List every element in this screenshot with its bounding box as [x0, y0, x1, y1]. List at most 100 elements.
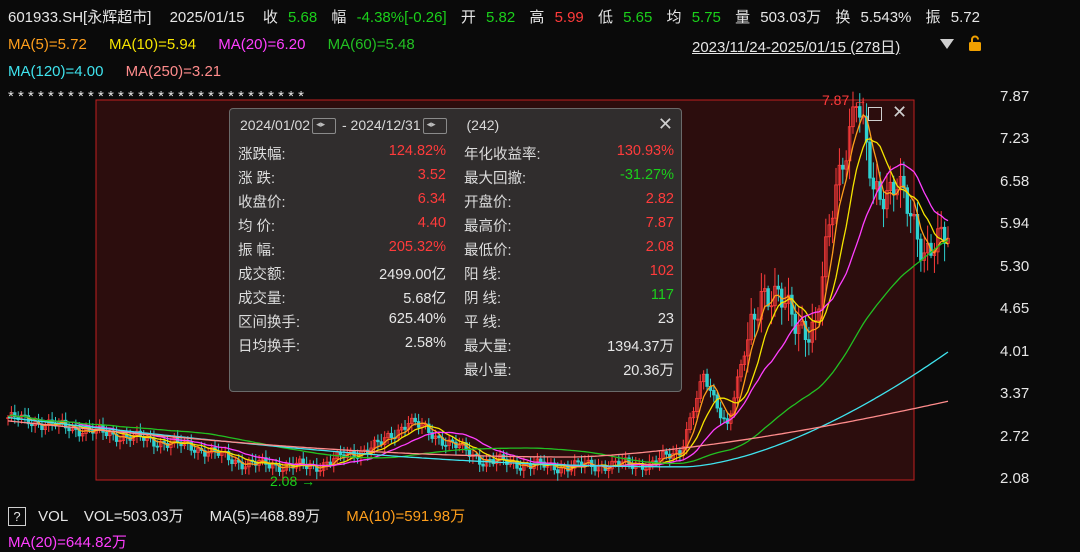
open-label: 开	[460, 9, 476, 26]
candle-body	[437, 435, 441, 439]
stats-row: 阴 线: 117	[464, 287, 674, 309]
stats-row: 成交量: 5.68亿	[238, 287, 446, 309]
candle-body	[376, 439, 380, 443]
price-tick: 6.58	[1000, 172, 1030, 190]
candle-body	[871, 177, 876, 190]
quote-header: 601933.SH[永辉超市] 2025/01/15 收 5.68 幅 -4.3…	[8, 6, 1080, 27]
change-value: -4.38%[-0.26]	[356, 9, 447, 26]
low-value: 5.65	[623, 9, 653, 26]
close-icon[interactable]: ✕	[658, 114, 673, 135]
turnover-value: 5.543%	[860, 9, 912, 26]
candle-body	[328, 461, 333, 465]
candle-body	[892, 181, 896, 196]
stats-value: 3.52	[417, 167, 446, 183]
candle-body	[413, 417, 417, 422]
interval-stats-panel: 2024/01/02 - 2024/12/31 (242) ✕ 涨跌幅: 124.…	[229, 108, 682, 392]
price-tick: 5.94	[1000, 215, 1030, 233]
stats-value: 117	[650, 287, 674, 303]
candle-body	[593, 466, 597, 472]
price-tick: 5.30	[1000, 257, 1030, 275]
restore-icon[interactable]	[868, 107, 882, 121]
vol-ma10: MA(10)=591.98万	[346, 508, 466, 525]
chevron-down-icon[interactable]	[940, 39, 954, 49]
date-range-selector[interactable]: 2023/11/24-2025/01/15 (278日)	[692, 36, 900, 57]
stats-value: 102	[649, 263, 674, 279]
avg-value: 5.75	[691, 9, 721, 26]
stats-value: 20.36万	[623, 363, 674, 379]
stats-value: 2.58%	[404, 335, 446, 351]
stats-row: 阳 线: 102	[464, 263, 674, 285]
candle-body	[518, 467, 523, 471]
amplitude-label: 振	[925, 9, 941, 26]
stats-label: 日均换手:	[238, 339, 301, 355]
stats-label: 成交额:	[238, 267, 286, 283]
ma120-legend: MA(120)=4.00	[8, 63, 104, 80]
ma-legend-row-2: MA(120)=4.00 MA(250)=3.21	[8, 63, 1080, 80]
date-to-stepper[interactable]	[422, 118, 447, 135]
price-tick: 4.01	[1000, 342, 1030, 360]
date-from-stepper[interactable]	[312, 118, 337, 135]
candle-body	[807, 339, 811, 343]
candle-body	[389, 432, 394, 439]
close-icon[interactable]: ✕	[892, 102, 907, 123]
stats-row: 最小量: 20.36万	[464, 359, 674, 381]
low-label: 低	[597, 9, 613, 26]
stats-row: 涨跌幅: 124.82%	[238, 143, 446, 165]
candle-body	[30, 423, 34, 427]
stats-label: 成交量:	[238, 291, 286, 307]
price-tick: 7.23	[1000, 130, 1030, 148]
candle-body	[858, 106, 862, 118]
volume-legend: ? VOL VOL=503.03万 MA(5)=468.89万 MA(10)=5…	[8, 505, 465, 526]
price-tick: 2.08	[1000, 470, 1030, 487]
close-label: 收	[262, 9, 278, 26]
stats-label: 均 价:	[238, 219, 276, 235]
stats-date-from: 2024/01/02	[240, 117, 311, 133]
candle-body	[67, 427, 71, 432]
volume-value: 503.03万	[760, 9, 822, 26]
stats-row: 最大回撤: -31.27%	[464, 167, 674, 189]
candle-body	[793, 313, 797, 334]
ma60-legend: MA(60)=5.48	[327, 36, 415, 53]
stats-value: 625.40%	[388, 311, 446, 327]
candle-body	[908, 213, 913, 217]
ma5-legend: MA(5)=5.72	[8, 36, 87, 53]
stats-row: 振 幅: 205.32%	[238, 239, 446, 261]
candle-body	[104, 431, 109, 437]
stats-title: 2024/01/02 - 2024/12/31 (242)	[240, 117, 499, 135]
stock-code-name[interactable]: 601933.SH[永辉超市]	[8, 9, 151, 26]
candle-body	[868, 141, 872, 179]
turnover-label: 换	[835, 9, 851, 26]
stats-separator: -	[341, 117, 347, 133]
candle-body	[481, 463, 485, 467]
candle-body	[722, 417, 726, 420]
stats-value: 6.34	[417, 191, 446, 207]
volume-label: 量	[735, 9, 751, 26]
change-label: 幅	[331, 9, 347, 26]
stats-label: 最高价:	[464, 219, 512, 235]
stats-row: 最大量: 1394.37万	[464, 335, 674, 357]
candle-body	[155, 445, 160, 448]
stats-label: 最大量:	[464, 339, 512, 355]
candle-body	[881, 198, 886, 210]
ma-legend-row-1: MA(5)=5.72 MA(10)=5.94 MA(20)=6.20 MA(60…	[8, 36, 1080, 53]
stats-row: 区间换手: 625.40%	[238, 311, 446, 333]
stats-label: 年化收益率:	[464, 147, 541, 163]
stats-value: 205.32%	[388, 239, 446, 255]
stats-row: 收盘价: 6.34	[238, 191, 446, 213]
candle-body	[841, 164, 845, 170]
candle-body	[752, 313, 757, 320]
stats-label: 收盘价:	[238, 195, 286, 211]
stats-value: 130.93%	[616, 143, 674, 159]
open-value: 5.82	[486, 9, 516, 26]
stats-value: 1394.37万	[607, 339, 674, 355]
stats-label: 开盘价:	[464, 195, 512, 211]
stats-label: 最小量:	[464, 363, 512, 379]
help-icon[interactable]: ?	[8, 507, 26, 526]
stats-row: 开盘价: 2.82	[464, 191, 674, 213]
lock-icon[interactable]	[966, 34, 984, 52]
stats-value: -31.27%	[619, 167, 674, 183]
stats-row: 均 价: 4.40	[238, 215, 446, 237]
price-tick: 7.87	[1000, 88, 1030, 105]
price-tick: 3.37	[1000, 385, 1030, 403]
stats-value: 124.82%	[388, 143, 446, 159]
